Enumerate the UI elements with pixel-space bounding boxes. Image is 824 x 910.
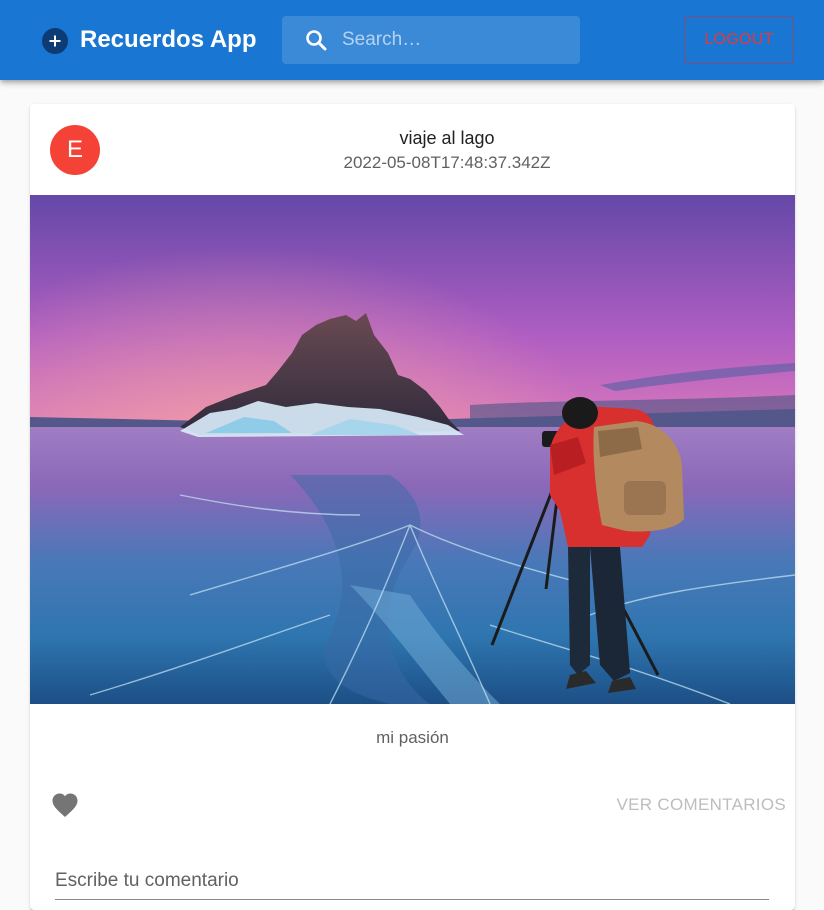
app-bar: Recuerdos App LOGOUT — [0, 0, 824, 80]
logout-button[interactable]: LOGOUT — [684, 16, 794, 64]
comment-field[interactable] — [55, 862, 769, 900]
view-comments-button[interactable]: VER COMENTARIOS — [598, 790, 786, 820]
post-title: viaje al lago — [399, 128, 495, 148]
like-button[interactable] — [48, 788, 82, 822]
search-input[interactable] — [340, 24, 568, 56]
search-box[interactable] — [282, 16, 580, 64]
memory-card: E viaje al lago 2022-05-08T17:48:37.342Z — [30, 104, 795, 910]
heart-icon — [52, 793, 78, 817]
search-icon — [306, 30, 327, 51]
app-title[interactable]: Recuerdos App — [80, 24, 256, 56]
post-date: 2022-05-08T17:48:37.342Z — [343, 153, 551, 172]
post-image — [30, 195, 795, 704]
post-caption: mi pasión — [376, 728, 449, 747]
add-circle-icon[interactable] — [42, 28, 68, 54]
comment-input[interactable] — [55, 866, 769, 896]
frozen-lake-photo — [30, 195, 795, 704]
